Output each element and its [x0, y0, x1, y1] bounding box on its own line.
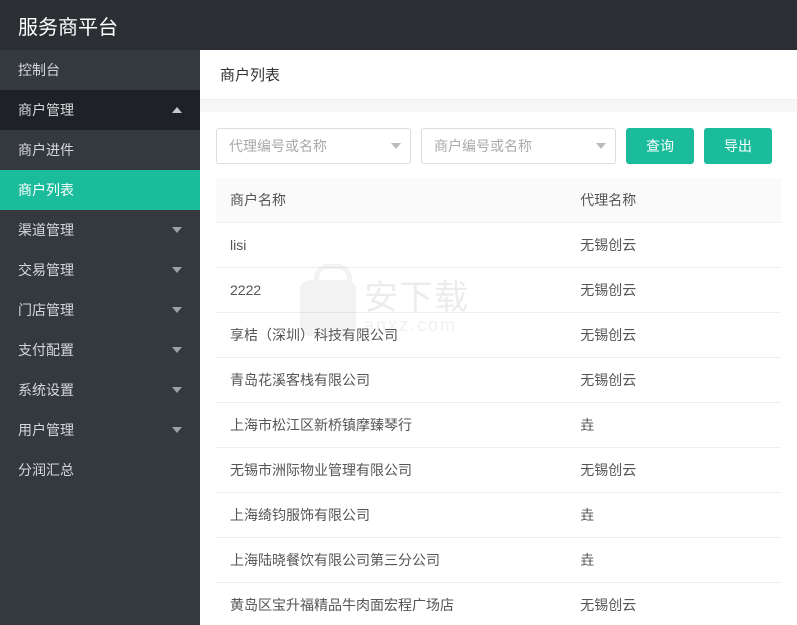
page-title: 商户列表 — [200, 50, 797, 100]
th-agent-name: 代理名称 — [566, 178, 781, 223]
merchant-select[interactable] — [421, 128, 616, 164]
cell-agent-name: 垚 — [566, 493, 781, 538]
sidebar-item-label: 商户管理 — [18, 100, 74, 120]
chevron-down-icon — [172, 347, 182, 353]
merchant-input[interactable] — [421, 128, 616, 164]
content-card: 查询 导出 商户名称 代理名称 lisi无锡创云2222无锡创云享桔（深圳）科技… — [200, 112, 797, 625]
agent-input[interactable] — [216, 128, 411, 164]
cell-merchant-name: 上海市松江区新桥镇摩臻琴行 — [216, 403, 566, 448]
sidebar-item[interactable]: 支付配置 — [0, 330, 200, 370]
app-header: 服务商平台 — [0, 0, 797, 50]
sidebar-subitem[interactable]: 商户列表 — [0, 170, 200, 210]
sidebar-subitem[interactable]: 商户进件 — [0, 130, 200, 170]
sidebar-item[interactable]: 控制台 — [0, 50, 200, 90]
sidebar-item[interactable]: 门店管理 — [0, 290, 200, 330]
cell-agent-name: 无锡创云 — [566, 358, 781, 403]
sidebar: 控制台商户管理商户进件商户列表渠道管理交易管理门店管理支付配置系统设置用户管理分… — [0, 50, 200, 625]
cell-merchant-name: lisi — [216, 223, 566, 268]
cell-merchant-name: 青岛花溪客栈有限公司 — [216, 358, 566, 403]
cell-agent-name: 垚 — [566, 538, 781, 583]
cell-agent-name: 无锡创云 — [566, 583, 781, 625]
sidebar-item-label: 渠道管理 — [18, 220, 74, 240]
table-row[interactable]: 黄岛区宝升福精品牛肉面宏程广场店无锡创云 — [216, 583, 781, 625]
cell-merchant-name: 无锡市洲际物业管理有限公司 — [216, 448, 566, 493]
cell-agent-name: 垚 — [566, 403, 781, 448]
cell-merchant-name: 黄岛区宝升福精品牛肉面宏程广场店 — [216, 583, 566, 625]
app-title: 服务商平台 — [18, 11, 118, 40]
cell-merchant-name: 2222 — [216, 268, 566, 313]
sidebar-item[interactable]: 商户管理 — [0, 90, 200, 130]
cell-agent-name: 无锡创云 — [566, 268, 781, 313]
table-header-row: 商户名称 代理名称 — [216, 178, 781, 223]
query-button[interactable]: 查询 — [626, 128, 694, 164]
table-row[interactable]: 2222无锡创云 — [216, 268, 781, 313]
sidebar-item-label: 门店管理 — [18, 300, 74, 320]
sidebar-item[interactable]: 交易管理 — [0, 250, 200, 290]
chevron-down-icon — [172, 427, 182, 433]
cell-merchant-name: 上海陆晓餐饮有限公司第三分公司 — [216, 538, 566, 583]
cell-merchant-name: 上海绮钧服饰有限公司 — [216, 493, 566, 538]
cell-agent-name: 无锡创云 — [566, 313, 781, 358]
export-button[interactable]: 导出 — [704, 128, 772, 164]
sidebar-item[interactable]: 系统设置 — [0, 370, 200, 410]
chevron-down-icon — [172, 307, 182, 313]
cell-agent-name: 无锡创云 — [566, 223, 781, 268]
th-merchant-name: 商户名称 — [216, 178, 566, 223]
filter-row: 查询 导出 — [216, 128, 781, 164]
sidebar-item[interactable]: 用户管理 — [0, 410, 200, 450]
merchant-table: 商户名称 代理名称 lisi无锡创云2222无锡创云享桔（深圳）科技有限公司无锡… — [216, 178, 781, 625]
chevron-up-icon — [172, 107, 182, 113]
sidebar-item-label: 支付配置 — [18, 340, 74, 360]
sidebar-item-label: 用户管理 — [18, 420, 74, 440]
cell-agent-name: 无锡创云 — [566, 448, 781, 493]
table-row[interactable]: 无锡市洲际物业管理有限公司无锡创云 — [216, 448, 781, 493]
chevron-down-icon — [172, 227, 182, 233]
table-row[interactable]: 上海绮钧服饰有限公司垚 — [216, 493, 781, 538]
table-row[interactable]: 上海陆晓餐饮有限公司第三分公司垚 — [216, 538, 781, 583]
table-row[interactable]: 青岛花溪客栈有限公司无锡创云 — [216, 358, 781, 403]
sidebar-item-label: 系统设置 — [18, 380, 74, 400]
sidebar-item[interactable]: 分润汇总 — [0, 450, 200, 490]
chevron-down-icon — [172, 267, 182, 273]
sidebar-item[interactable]: 渠道管理 — [0, 210, 200, 250]
sidebar-item-label: 交易管理 — [18, 260, 74, 280]
main-content: 商户列表 查询 导出 商户名称 代理名称 — [200, 50, 797, 625]
sidebar-item-label: 分润汇总 — [18, 460, 74, 480]
table-row[interactable]: 上海市松江区新桥镇摩臻琴行垚 — [216, 403, 781, 448]
agent-select[interactable] — [216, 128, 411, 164]
sidebar-item-label: 控制台 — [18, 60, 60, 80]
table-row[interactable]: 享桔（深圳）科技有限公司无锡创云 — [216, 313, 781, 358]
cell-merchant-name: 享桔（深圳）科技有限公司 — [216, 313, 566, 358]
table-row[interactable]: lisi无锡创云 — [216, 223, 781, 268]
chevron-down-icon — [172, 387, 182, 393]
